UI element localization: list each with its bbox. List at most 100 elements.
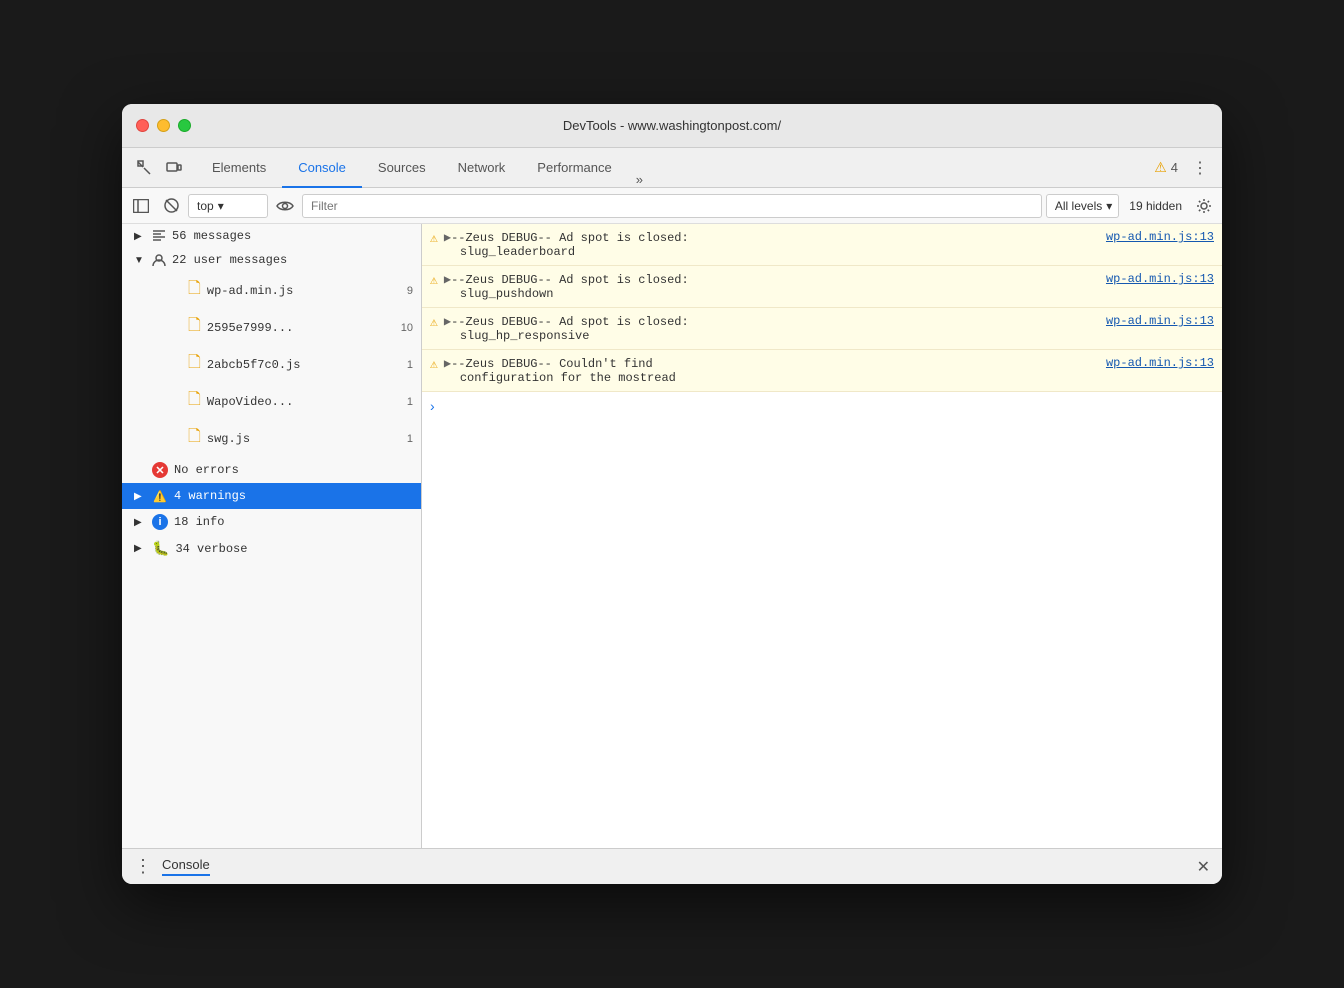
- entry-continuation-2: slug_pushdown: [444, 287, 1214, 301]
- device-icon[interactable]: [160, 154, 188, 182]
- entry-line-1: ▶--Zeus DEBUG-- Ad spot is closed: wp-ad…: [444, 230, 1214, 245]
- settings-icon[interactable]: [1192, 194, 1216, 218]
- info-label: 18 info: [174, 515, 413, 529]
- bottom-bar-title: Console: [162, 857, 210, 876]
- tree-item-warnings[interactable]: ▶ ⚠️ 4 warnings: [122, 483, 421, 509]
- tab-network[interactable]: Network: [442, 149, 522, 188]
- levels-dropdown[interactable]: All levels ▾: [1046, 194, 1119, 218]
- warning-icon-4: ⚠: [430, 357, 438, 372]
- tree-item-info[interactable]: ▶ i 18 info: [122, 509, 421, 535]
- entry-text-4: ▶--Zeus DEBUG-- Couldn't find: [444, 356, 1102, 371]
- devtools-window: DevTools - www.washingtonpost.com/ Eleme…: [122, 104, 1222, 884]
- entry-line-3: ▶--Zeus DEBUG-- Ad spot is closed: wp-ad…: [444, 314, 1214, 329]
- entry-content-3: ▶--Zeus DEBUG-- Ad spot is closed: wp-ad…: [444, 314, 1214, 343]
- minimize-button[interactable]: [157, 119, 170, 132]
- inspect-icon[interactable]: [130, 154, 158, 182]
- console-entry-4: ⚠ ▶--Zeus DEBUG-- Couldn't find wp-ad.mi…: [422, 350, 1222, 392]
- verbose-label: 34 verbose: [175, 542, 413, 556]
- console-entry-1: ⚠ ▶--Zeus DEBUG-- Ad spot is closed: wp-…: [422, 224, 1222, 266]
- tree-item-file-5[interactable]: 🗋 swg.js 1: [122, 420, 421, 457]
- main-toolbar: Elements Console Sources Network Perform…: [122, 148, 1222, 188]
- file-icon: 🗋: [188, 425, 201, 452]
- tree-item-messages[interactable]: ▶ 56 messages: [122, 224, 421, 248]
- file-label: WapoVideo...: [207, 395, 401, 409]
- warning-badge: ⚠ 4: [1154, 159, 1178, 176]
- info-icon: i: [152, 514, 168, 530]
- file-icon: 🗋: [188, 314, 201, 341]
- file-label: wp-ad.min.js: [207, 284, 401, 298]
- entry-content-1: ▶--Zeus DEBUG-- Ad spot is closed: wp-ad…: [444, 230, 1214, 259]
- close-button[interactable]: [136, 119, 149, 132]
- expand-arrow: ▶: [134, 491, 146, 502]
- console-toolbar: top ▾ All levels ▾ 19 hidden: [122, 188, 1222, 224]
- file-icon: 🗋: [188, 277, 201, 304]
- expand-arrow: ▶: [134, 517, 146, 528]
- bottom-bar-menu-icon[interactable]: ⋮: [134, 856, 152, 877]
- file-count: 1: [407, 359, 413, 371]
- more-options-button[interactable]: ⋮: [1186, 154, 1214, 182]
- more-tabs-button[interactable]: »: [628, 172, 651, 187]
- file-count: 9: [407, 285, 413, 297]
- prompt-arrow-icon: ›: [430, 398, 435, 414]
- entry-line-4: ▶--Zeus DEBUG-- Couldn't find wp-ad.min.…: [444, 356, 1214, 371]
- expand-arrow: ▶: [134, 231, 146, 242]
- file-count: 1: [407, 396, 413, 408]
- tab-performance[interactable]: Performance: [521, 149, 627, 188]
- tab-console[interactable]: Console: [282, 149, 362, 188]
- tree-item-file-2[interactable]: 🗋 2595e7999... 10: [122, 309, 421, 346]
- entry-line-2: ▶--Zeus DEBUG-- Ad spot is closed: wp-ad…: [444, 272, 1214, 287]
- entry-continuation-3: slug_hp_responsive: [444, 329, 1214, 343]
- bottom-bar: ⋮ Console ✕: [122, 848, 1222, 884]
- entry-content-4: ▶--Zeus DEBUG-- Couldn't find wp-ad.min.…: [444, 356, 1214, 385]
- entry-link-2[interactable]: wp-ad.min.js:13: [1106, 272, 1214, 286]
- expand-arrow: ▼: [134, 255, 146, 266]
- traffic-lights: [136, 119, 191, 132]
- no-errors-label: No errors: [174, 463, 413, 477]
- toolbar-icons: [130, 154, 188, 182]
- warnings-label: 4 warnings: [174, 489, 413, 503]
- entry-text-2: ▶--Zeus DEBUG-- Ad spot is closed:: [444, 272, 1102, 287]
- expand-arrow: ▶: [134, 543, 146, 554]
- window-title: DevTools - www.washingtonpost.com/: [563, 118, 781, 133]
- warning-icon-2: ⚠: [430, 273, 438, 288]
- warning-icon-3: ⚠: [430, 315, 438, 330]
- verbose-icon: 🐛: [152, 540, 169, 557]
- entry-link-3[interactable]: wp-ad.min.js:13: [1106, 314, 1214, 328]
- bottom-bar-close-button[interactable]: ✕: [1197, 857, 1210, 877]
- eye-icon[interactable]: [272, 193, 298, 219]
- messages-label: 56 messages: [172, 229, 413, 243]
- file-count: 1: [407, 433, 413, 445]
- nav-tabs: Elements Console Sources Network Perform…: [196, 148, 1154, 187]
- filter-input[interactable]: [302, 194, 1042, 218]
- entry-continuation-1: slug_leaderboard: [444, 245, 1214, 259]
- file-count: 10: [401, 322, 413, 334]
- tree-item-file-1[interactable]: 🗋 wp-ad.min.js 9: [122, 272, 421, 309]
- context-selector[interactable]: top ▾: [188, 194, 268, 218]
- console-prompt: ›: [422, 392, 1222, 420]
- entry-continuation-4: configuration for the mostread: [444, 371, 1214, 385]
- sidebar-toggle-icon[interactable]: [128, 193, 154, 219]
- no-errors-icon: ✕: [152, 462, 168, 478]
- main-content: ▶ 56 messages ▼ 22 user messages: [122, 224, 1222, 848]
- entry-content-2: ▶--Zeus DEBUG-- Ad spot is closed: wp-ad…: [444, 272, 1214, 301]
- tree-item-user-messages[interactable]: ▼ 22 user messages: [122, 248, 421, 272]
- entry-text-3: ▶--Zeus DEBUG-- Ad spot is closed:: [444, 314, 1102, 329]
- left-panel: ▶ 56 messages ▼ 22 user messages: [122, 224, 422, 848]
- entry-link-4[interactable]: wp-ad.min.js:13: [1106, 356, 1214, 370]
- tree-item-file-4[interactable]: 🗋 WapoVideo... 1: [122, 383, 421, 420]
- entry-text-1: ▶--Zeus DEBUG-- Ad spot is closed:: [444, 230, 1102, 245]
- file-icon: 🗋: [188, 388, 201, 415]
- tree-item-verbose[interactable]: ▶ 🐛 34 verbose: [122, 535, 421, 562]
- user-messages-label: 22 user messages: [172, 253, 413, 267]
- entry-link-1[interactable]: wp-ad.min.js:13: [1106, 230, 1214, 244]
- tab-elements[interactable]: Elements: [196, 149, 282, 188]
- tab-sources[interactable]: Sources: [362, 149, 442, 188]
- tree-item-file-3[interactable]: 🗋 2abcb5f7c0.js 1: [122, 346, 421, 383]
- hidden-count: 19 hidden: [1129, 199, 1182, 213]
- clear-console-icon[interactable]: [158, 193, 184, 219]
- maximize-button[interactable]: [178, 119, 191, 132]
- tree-item-no-errors[interactable]: ✕ No errors: [122, 457, 421, 483]
- console-entry-2: ⚠ ▶--Zeus DEBUG-- Ad spot is closed: wp-…: [422, 266, 1222, 308]
- console-entry-3: ⚠ ▶--Zeus DEBUG-- Ad spot is closed: wp-…: [422, 308, 1222, 350]
- file-label: swg.js: [207, 432, 401, 446]
